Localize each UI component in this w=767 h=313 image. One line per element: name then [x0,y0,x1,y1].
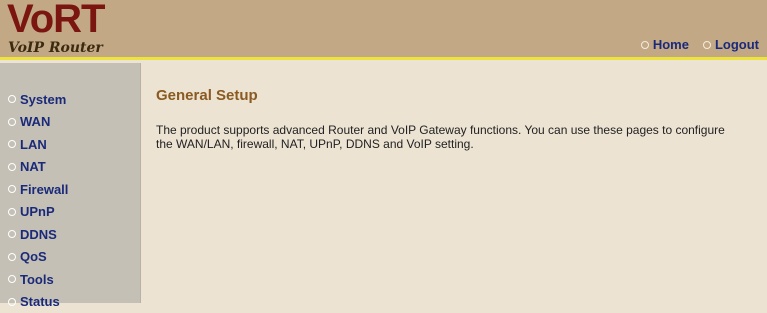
home-link-label: Home [653,37,689,52]
sidebar-item-upnp[interactable]: UPnP [8,201,68,224]
sidebar-menu: System WAN LAN NAT Firewall UPnP DDNS Q [8,88,68,313]
main-content: General Setup The product supports advan… [141,63,767,303]
circle-bullet-icon [8,118,16,126]
sidebar-item-label: System [20,92,66,107]
sidebar-item-firewall[interactable]: Firewall [8,178,68,201]
top-nav: Home Logout [641,37,759,52]
sidebar-item-label: DDNS [20,227,57,242]
sidebar: System WAN LAN NAT Firewall UPnP DDNS Q [0,63,141,303]
circle-bullet-icon [8,140,16,148]
sidebar-item-label: UPnP [20,204,55,219]
sidebar-item-label: Tools [20,272,54,287]
circle-bullet-icon [703,41,711,49]
sidebar-item-label: LAN [20,137,47,152]
logo-sub-text: VoIP Router [8,40,103,56]
sidebar-item-label: QoS [20,249,47,264]
circle-bullet-icon [8,298,16,306]
sidebar-item-label: NAT [20,159,46,174]
logo: VoRT VoIP Router [4,0,144,60]
sidebar-item-status[interactable]: Status [8,291,68,313]
circle-bullet-icon [641,41,649,49]
home-link[interactable]: Home [641,37,689,52]
sidebar-item-label: Firewall [20,182,68,197]
circle-bullet-icon [8,185,16,193]
circle-bullet-icon [8,208,16,216]
circle-bullet-icon [8,253,16,261]
sidebar-item-tools[interactable]: Tools [8,268,68,291]
sidebar-item-label: WAN [20,114,50,129]
sidebar-item-lan[interactable]: LAN [8,133,68,156]
circle-bullet-icon [8,95,16,103]
page-title: General Setup [156,87,258,104]
sidebar-item-qos[interactable]: QoS [8,246,68,269]
sidebar-item-ddns[interactable]: DDNS [8,223,68,246]
circle-bullet-icon [8,230,16,238]
sidebar-item-system[interactable]: System [8,88,68,111]
page-description: The product supports advanced Router and… [156,123,736,151]
sidebar-item-nat[interactable]: NAT [8,156,68,179]
circle-bullet-icon [8,163,16,171]
circle-bullet-icon [8,275,16,283]
sidebar-item-label: Status [20,294,60,309]
logo-main-text: VoRT [7,0,104,43]
sidebar-item-wan[interactable]: WAN [8,111,68,134]
logout-link-label: Logout [715,37,759,52]
header-bar: VoRT VoIP Router Home Logout [0,0,767,60]
logout-link[interactable]: Logout [703,37,759,52]
